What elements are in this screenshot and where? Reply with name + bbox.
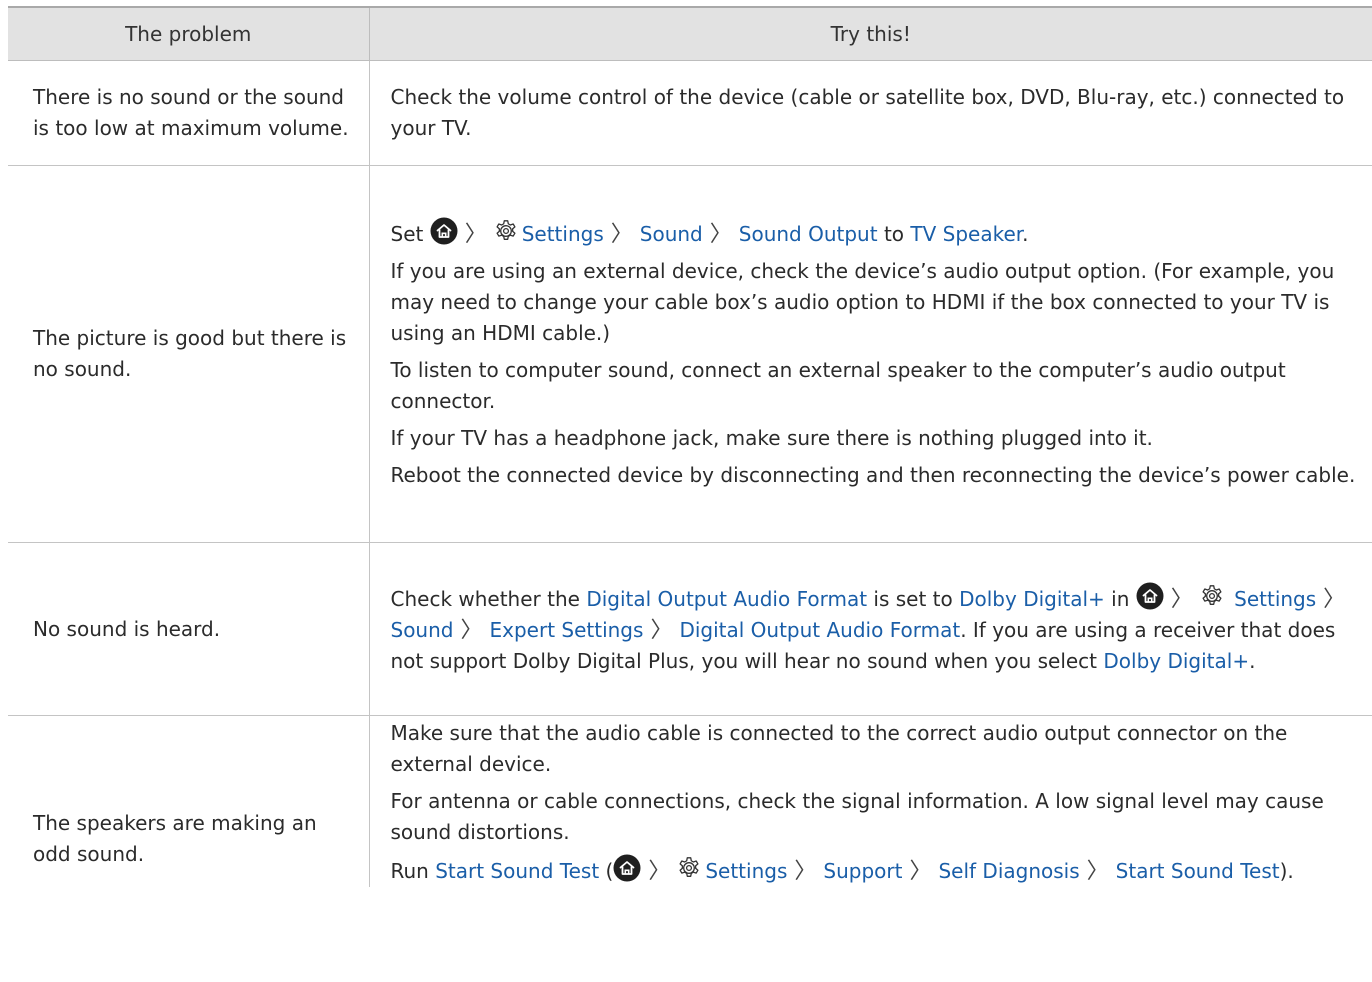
header-try-this: Try this! [369, 6, 1372, 61]
chevron-right-icon: 〉 [610, 222, 633, 247]
tip-text: To listen to computer sound, connect an … [390, 358, 1286, 413]
chevron-right-icon: 〉 [1170, 586, 1193, 612]
run-test-line: Run Start Sound Test (〉 Settings 〉 Support 〉… [391, 854, 1365, 887]
tip-text: Reboot the connected device by disconnec… [390, 463, 1356, 487]
tip-text: If your TV has a headphone jack, make su… [390, 426, 1153, 450]
header-problem: The problem [8, 6, 370, 61]
tip-text: For antenna or cable connections, check … [390, 789, 1324, 844]
chevron-right-icon: 〉 [794, 859, 817, 884]
path-link-settings[interactable]: Settings [705, 859, 787, 883]
table-header-row: The problem Try this! [8, 6, 1372, 61]
dolby-digital-plus-link[interactable]: Dolby Digital+ [959, 587, 1105, 611]
path-link-sound-output[interactable]: Sound Output [739, 222, 878, 246]
gear-icon [494, 219, 518, 243]
chevron-right-icon: 〉 [1323, 586, 1346, 612]
table-row: No sound is heard. Check whether the Dig… [8, 542, 1372, 716]
troubleshooting-table: The problem Try this! There is no sound … [8, 6, 1372, 887]
solution-text: Check the volume control of the device (… [390, 85, 1345, 140]
problem-cell: There is no sound or the sound is too lo… [8, 60, 370, 166]
solution-cell: Set 〉 Settings 〉 Sound 〉 Sound Output to TV S… [369, 165, 1372, 543]
path-link-settings[interactable]: Settings [1234, 587, 1316, 611]
chevron-right-icon: 〉 [464, 222, 487, 247]
path-link-self-diagnosis[interactable]: Self Diagnosis [938, 859, 1079, 883]
solution-text: Check whether the Digital Output Audio F… [391, 582, 1365, 677]
path-link-sound[interactable]: Sound [391, 618, 454, 642]
chevron-right-icon: 〉 [650, 617, 673, 643]
problem-cell: No sound is heard. [8, 542, 370, 716]
tip-text: Make sure that the audio cable is connec… [390, 721, 1288, 776]
path-link-support[interactable]: Support [823, 859, 902, 883]
path-link-sound[interactable]: Sound [640, 222, 703, 246]
home-icon [1136, 582, 1164, 610]
path-link-digital-output-format[interactable]: Digital Output Audio Format [679, 618, 960, 642]
gear-icon [1200, 584, 1224, 608]
chevron-right-icon: 〉 [460, 617, 483, 643]
tv-speaker-link[interactable]: TV Speaker [910, 222, 1022, 246]
start-sound-test-link[interactable]: Start Sound Test [435, 859, 599, 883]
chevron-right-icon: 〉 [909, 859, 932, 884]
home-icon [613, 854, 641, 882]
home-icon [430, 217, 458, 245]
path-link-start-sound-test[interactable]: Start Sound Test [1116, 859, 1280, 883]
solution-cell: Check whether the Digital Output Audio F… [369, 542, 1372, 716]
chevron-right-icon: 〉 [648, 859, 671, 884]
problem-cell: The picture is good but there is no soun… [8, 165, 370, 543]
table-row: The picture is good but there is no soun… [8, 165, 1372, 543]
chevron-right-icon: 〉 [709, 222, 732, 247]
solution-cell: Check the volume control of the device (… [369, 60, 1372, 166]
settings-path-line: Set 〉 Settings 〉 Sound 〉 Sound Output to TV S… [391, 217, 1365, 250]
dolby-digital-plus-link[interactable]: Dolby Digital+ [1103, 649, 1249, 673]
gear-icon [677, 856, 701, 880]
table-row: There is no sound or the sound is too lo… [8, 60, 1372, 166]
path-link-settings[interactable]: Settings [522, 222, 604, 246]
chevron-right-icon: 〉 [1086, 859, 1109, 884]
digital-output-format-link[interactable]: Digital Output Audio Format [586, 587, 867, 611]
tip-text: If you are using an external device, che… [390, 259, 1335, 345]
path-link-expert-settings[interactable]: Expert Settings [490, 618, 644, 642]
solution-cell: Make sure that the audio cable is connec… [369, 716, 1372, 888]
table-row: The speakers are making an odd sound. Ma… [8, 715, 1372, 888]
problem-cell: The speakers are making an odd sound. [8, 715, 370, 887]
